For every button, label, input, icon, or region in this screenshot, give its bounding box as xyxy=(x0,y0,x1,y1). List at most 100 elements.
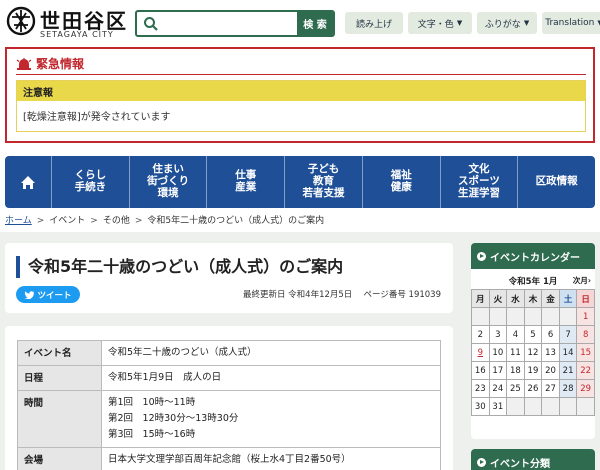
arrow-bullet-icon xyxy=(477,251,486,261)
site-search: 検 索 xyxy=(135,10,335,37)
logo-subtitle: SETAGAYA CITY xyxy=(40,30,114,39)
page-meta: 最終更新日 令和4年12月5日 ページ番号 191039 xyxy=(243,288,441,300)
calendar-day[interactable]: 7 xyxy=(558,325,578,344)
calendar-weekday: 水 xyxy=(506,289,525,308)
breadcrumb-home-link[interactable]: ホーム xyxy=(5,216,32,226)
page-number: ページ番号 191039 xyxy=(363,290,441,300)
tweet-button[interactable]: ツイート xyxy=(16,286,80,303)
furigana-label: ふりがな xyxy=(484,19,521,30)
nav-item-ward-info[interactable]: 区政情報 xyxy=(517,156,595,208)
calendar-day[interactable]: 9 xyxy=(471,343,490,362)
calendar-day[interactable]: 29 xyxy=(576,379,595,398)
emergency-divider xyxy=(16,74,586,75)
calendar-empty-cell xyxy=(523,307,543,326)
table-row: 会場 日本大学文理学部百周年記念館（桜上水4丁目2番50号） xyxy=(17,447,441,470)
breadcrumb: ホーム > イベント > その他 > 令和5年二十歳のつどい（成人式）のご案内 xyxy=(5,216,325,226)
calendar-day[interactable]: 20 xyxy=(541,361,560,380)
calendar-day[interactable]: 19 xyxy=(523,361,543,380)
calendar-day[interactable]: 17 xyxy=(488,361,508,380)
home-icon xyxy=(21,175,35,189)
calendar-week: 9 10 11 12 13 14 15 xyxy=(471,343,595,362)
search-input[interactable] xyxy=(163,12,297,35)
chevron-down-icon: ▼ xyxy=(456,19,463,27)
row-value: 第1回 10時～11時 第2回 12時30分～13時30分 第3回 15時～16… xyxy=(101,390,441,448)
calendar-day[interactable]: 31 xyxy=(488,397,508,416)
nav-item-culture[interactable]: 文化 スポーツ 生涯学習 xyxy=(439,156,518,208)
calendar-day[interactable]: 13 xyxy=(541,343,560,362)
calendar-grid: 月火水木金土日 1 2 3 4 5 6 7 8 9 10 11 12 13 14 15 16 17 18 19 20 2… xyxy=(471,289,595,416)
calendar-day[interactable]: 8 xyxy=(576,325,595,344)
calendar-day[interactable]: 11 xyxy=(506,343,525,362)
calendar-day[interactable]: 2 xyxy=(471,325,490,344)
calendar-weekday: 火 xyxy=(488,289,508,308)
calendar-week: 23 24 25 26 27 28 29 xyxy=(471,379,595,398)
nav-item-work[interactable]: 仕事 産業 xyxy=(206,156,284,208)
emergency-title-text: 緊急情報 xyxy=(36,57,85,71)
calendar-day[interactable]: 14 xyxy=(558,343,578,362)
calendar-month: 令和5年 1月 次月› xyxy=(471,273,595,289)
calendar-day[interactable]: 4 xyxy=(506,325,525,344)
read-aloud-button[interactable]: 読み上げ xyxy=(345,12,403,34)
calendar-day[interactable]: 26 xyxy=(523,379,543,398)
calendar-day[interactable]: 15 xyxy=(576,343,595,362)
calendar-day[interactable]: 25 xyxy=(506,379,525,398)
calendar-day[interactable]: 1 xyxy=(576,307,595,326)
nav-item-children[interactable]: 子ども 教育 若者支援 xyxy=(284,156,362,208)
nav-item-living[interactable]: くらし 手続き xyxy=(51,156,129,208)
row-value: 日本大学文理学部百周年記念館（桜上水4丁目2番50号） xyxy=(101,447,441,470)
nav-home-button[interactable] xyxy=(5,156,51,208)
next-month-link[interactable]: 次月› xyxy=(573,275,591,286)
text-color-label: 文字・色 xyxy=(417,19,454,30)
calendar-day[interactable]: 27 xyxy=(541,379,560,398)
page-title: 令和5年二十歳のつどい（成人式）のご案内 xyxy=(16,256,343,278)
tweet-label: ツイート xyxy=(37,290,72,301)
site-logo[interactable]: 世田谷区 SETAGAYA CITY xyxy=(6,6,126,42)
calendar-day[interactable]: 12 xyxy=(523,343,543,362)
calendar-week: 16 17 18 19 20 21 22 xyxy=(471,361,595,380)
search-button[interactable]: 検 索 xyxy=(297,12,333,35)
calendar-day[interactable]: 21 xyxy=(558,361,578,380)
calendar-day[interactable]: 18 xyxy=(506,361,525,380)
calendar-empty-cell xyxy=(576,397,595,416)
calendar-day[interactable]: 3 xyxy=(488,325,508,344)
calendar-day[interactable]: 30 xyxy=(471,397,490,416)
nav-item-housing[interactable]: 住まい 街づくり 環境 xyxy=(128,156,207,208)
weather-warning-box: 注意報 [乾燥注意報]が発令されています xyxy=(16,80,586,132)
text-color-button[interactable]: 文字・色 ▼ xyxy=(408,12,472,34)
calendar-day[interactable]: 22 xyxy=(576,361,595,380)
row-key: 日程 xyxy=(17,365,102,391)
nav-item-welfare[interactable]: 福祉 健康 xyxy=(361,156,440,208)
calendar-weekday: 月 xyxy=(471,289,490,308)
calendar-day[interactable]: 10 xyxy=(488,343,508,362)
read-aloud-label: 読み上げ xyxy=(355,19,392,30)
alert-siren-icon xyxy=(16,57,32,70)
category-heading: イベント分類 xyxy=(471,449,595,470)
calendar-day[interactable]: 6 xyxy=(541,325,560,344)
warning-text[interactable]: [乾燥注意報]が発令されています xyxy=(17,101,585,130)
furigana-button[interactable]: ふりがな ▼ xyxy=(477,12,537,34)
row-key: 会場 xyxy=(17,447,102,470)
category-heading-text: イベント分類 xyxy=(490,458,550,470)
calendar-heading: イベントカレンダー xyxy=(471,243,595,269)
event-calendar: イベントカレンダー 令和5年 1月 次月› 月火水木金土日 1234567891… xyxy=(471,243,595,439)
calendar-weekday: 木 xyxy=(523,289,543,308)
calendar-day[interactable]: 28 xyxy=(558,379,578,398)
calendar-empty-cell xyxy=(488,307,508,326)
calendar-empty-cell xyxy=(558,307,578,326)
calendar-day[interactable]: 5 xyxy=(523,325,543,344)
emergency-title: 緊急情報 xyxy=(16,55,84,72)
calendar-day[interactable]: 23 xyxy=(471,379,490,398)
row-key: イベント名 xyxy=(17,340,102,366)
global-nav: くらし 手続き 住まい 街づくり 環境 仕事 産業 子ども 教育 若者支援 福祉… xyxy=(5,156,595,208)
calendar-empty-cell xyxy=(541,307,560,326)
translation-button[interactable]: Translation▼ xyxy=(542,12,600,34)
calendar-day[interactable]: 24 xyxy=(488,379,508,398)
breadcrumb-other[interactable]: その他 xyxy=(103,216,130,226)
calendar-month-label: 令和5年 1月 xyxy=(508,277,558,287)
breadcrumb-events[interactable]: イベント xyxy=(49,216,85,226)
twitter-bird-icon xyxy=(24,290,35,299)
setagaya-emblem-icon xyxy=(6,6,36,36)
calendar-day[interactable]: 16 xyxy=(471,361,490,380)
calendar-week: 1 xyxy=(471,307,595,326)
row-value: 令和5年二十歳のつどい（成人式） xyxy=(101,340,441,366)
